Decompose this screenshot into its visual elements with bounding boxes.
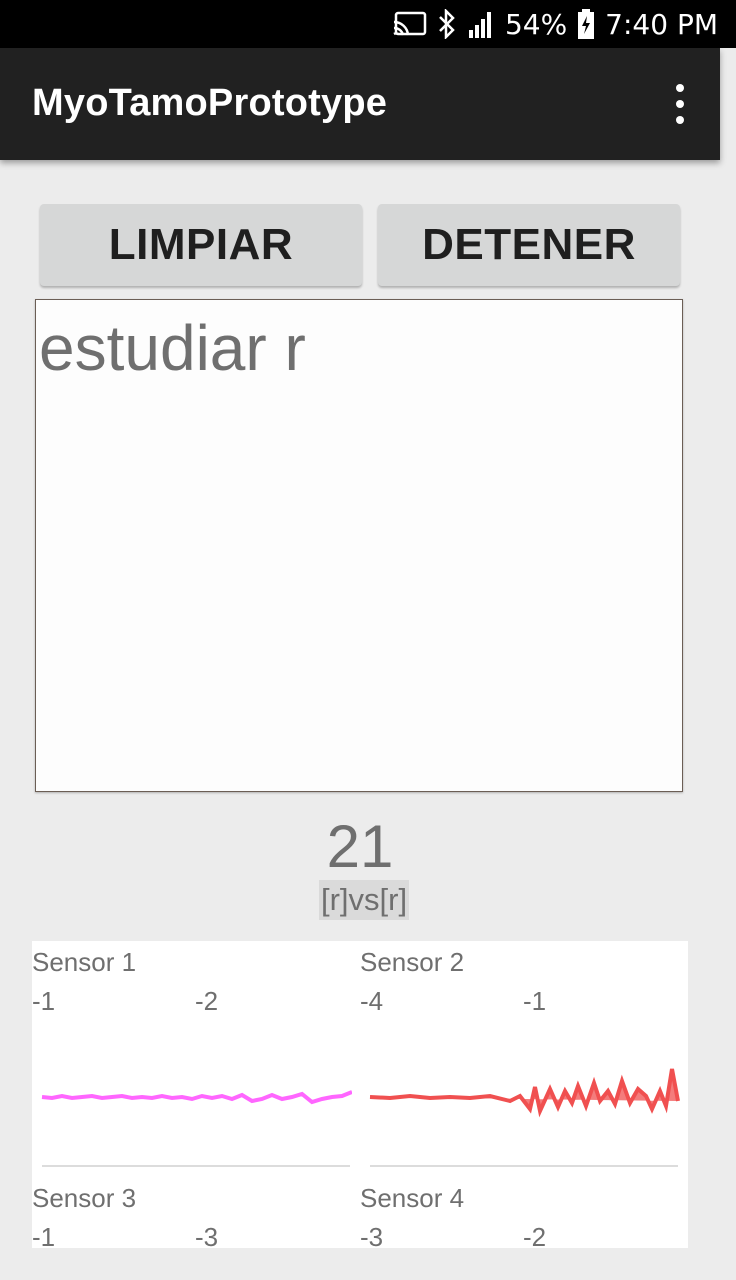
sensor-2-card: Sensor 2 -4 -1	[360, 941, 680, 1177]
sensor-3-card: Sensor 3 -1 -3	[32, 1177, 352, 1248]
sensor-4-card: Sensor 4 -3 -2	[360, 1177, 680, 1248]
signal-icon	[467, 10, 495, 38]
text-output-value: estudiar r	[39, 312, 306, 384]
sensor-1-card: Sensor 1 -1 -2	[32, 941, 352, 1177]
sensor-3-value-a: -1	[32, 1222, 56, 1248]
sensor-4-value-a: -3	[360, 1222, 384, 1248]
sensor-3-title: Sensor 3	[32, 1183, 137, 1213]
status-bar: 54% 7:40 PM	[0, 0, 736, 48]
bluetooth-icon	[437, 9, 457, 39]
sensor-4-value-b: -2	[523, 1222, 547, 1248]
app-bar: MyoTamoPrototype	[0, 48, 720, 160]
sensor-1-graph	[41, 1090, 352, 1167]
sensor-2-graph	[369, 1068, 680, 1167]
battery-charging-icon	[577, 9, 595, 39]
clear-button[interactable]: LIMPIAR	[40, 204, 362, 286]
battery-percent: 54%	[504, 7, 568, 41]
text-output-area[interactable]: estudiar r	[35, 299, 683, 792]
sensor-4-title: Sensor 4	[360, 1183, 465, 1213]
stop-button[interactable]: DETENER	[378, 204, 680, 286]
app-title: MyoTamoPrototype	[32, 82, 388, 124]
sensor-panel: Sensor 1 -1 -2 Sensor 2 -4 -1 Sensor 3 -…	[32, 941, 688, 1248]
sensor-3-value-b: -3	[195, 1222, 219, 1248]
overflow-menu-icon[interactable]	[668, 84, 692, 124]
cast-icon	[393, 11, 427, 37]
status-time: 7:40 PM	[605, 7, 718, 41]
counter-value: 21	[326, 813, 394, 880]
comparison-label: [r]vs[r]	[319, 880, 410, 920]
